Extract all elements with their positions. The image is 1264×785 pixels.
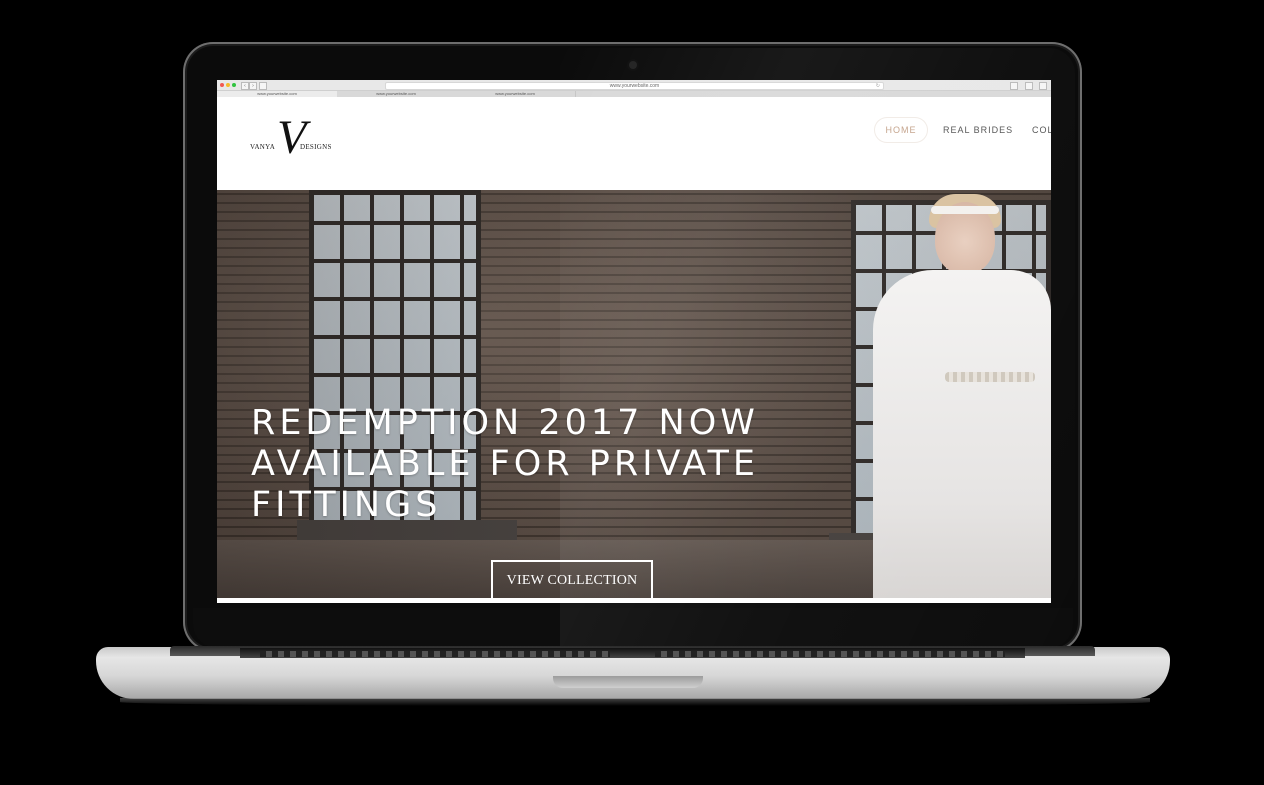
screen-bezel <box>193 608 1073 648</box>
browser-tab[interactable]: www.yourwebsite.com <box>217 91 338 97</box>
nav-item-home[interactable]: HOME <box>875 118 927 142</box>
minimize-window-icon[interactable] <box>226 83 230 87</box>
logo-left-text: VANYA <box>250 143 276 151</box>
browser-tab[interactable]: www.yourwebsite.com <box>455 91 576 97</box>
browser-toolbar: ‹ › www.yourwebsite.com ↻ <box>217 80 1051 91</box>
nav-item-real-brides[interactable]: REAL BRIDES <box>943 118 1013 142</box>
forward-button[interactable]: › <box>249 82 257 90</box>
hero-banner: REDEMPTION 2017 NOW AVAILABLE FOR PRIVAT… <box>217 190 1051 598</box>
site-header: VANYA V DESIGNS HOME REAL BRIDES COL <box>217 98 1051 190</box>
view-collection-button[interactable]: VIEW COLLECTION <box>491 560 653 598</box>
speaker-grille-right <box>655 651 1005 657</box>
reload-icon[interactable]: ↻ <box>876 83 880 89</box>
bride-belt <box>945 372 1035 382</box>
share-icon[interactable] <box>1010 82 1018 90</box>
laptop-shadow <box>120 698 1150 706</box>
hero-headline: REDEMPTION 2017 NOW AVAILABLE FOR PRIVAT… <box>251 403 759 525</box>
address-bar[interactable]: www.yourwebsite.com ↻ <box>385 82 884 90</box>
bride-headpiece <box>931 206 999 214</box>
logo-right-text: DESIGNS <box>300 143 332 151</box>
address-bar-url: www.yourwebsite.com <box>609 83 660 89</box>
close-window-icon[interactable] <box>220 83 224 87</box>
speaker-grille-left <box>260 651 610 657</box>
sidebar-icon[interactable] <box>259 82 267 90</box>
browser-window: ‹ › www.yourwebsite.com ↻ www.yourwebsit… <box>217 80 1051 603</box>
vanya-designs-logo[interactable]: VANYA V DESIGNS <box>250 111 340 168</box>
browser-tab[interactable]: www.yourwebsite.com <box>337 91 456 97</box>
back-button[interactable]: ‹ <box>241 82 249 90</box>
maximize-window-icon[interactable] <box>232 83 236 87</box>
nav-item-collections[interactable]: COL <box>1032 118 1051 142</box>
bride-gown <box>873 270 1051 598</box>
laptop-notch <box>553 676 703 688</box>
tab-strip: www.yourwebsite.com www.yourwebsite.com … <box>217 91 1051 97</box>
logo-letter: V <box>277 111 307 164</box>
settings-gear-icon[interactable] <box>1039 82 1047 90</box>
tabs-overview-icon[interactable] <box>1025 82 1033 90</box>
webcam-icon <box>629 61 637 69</box>
